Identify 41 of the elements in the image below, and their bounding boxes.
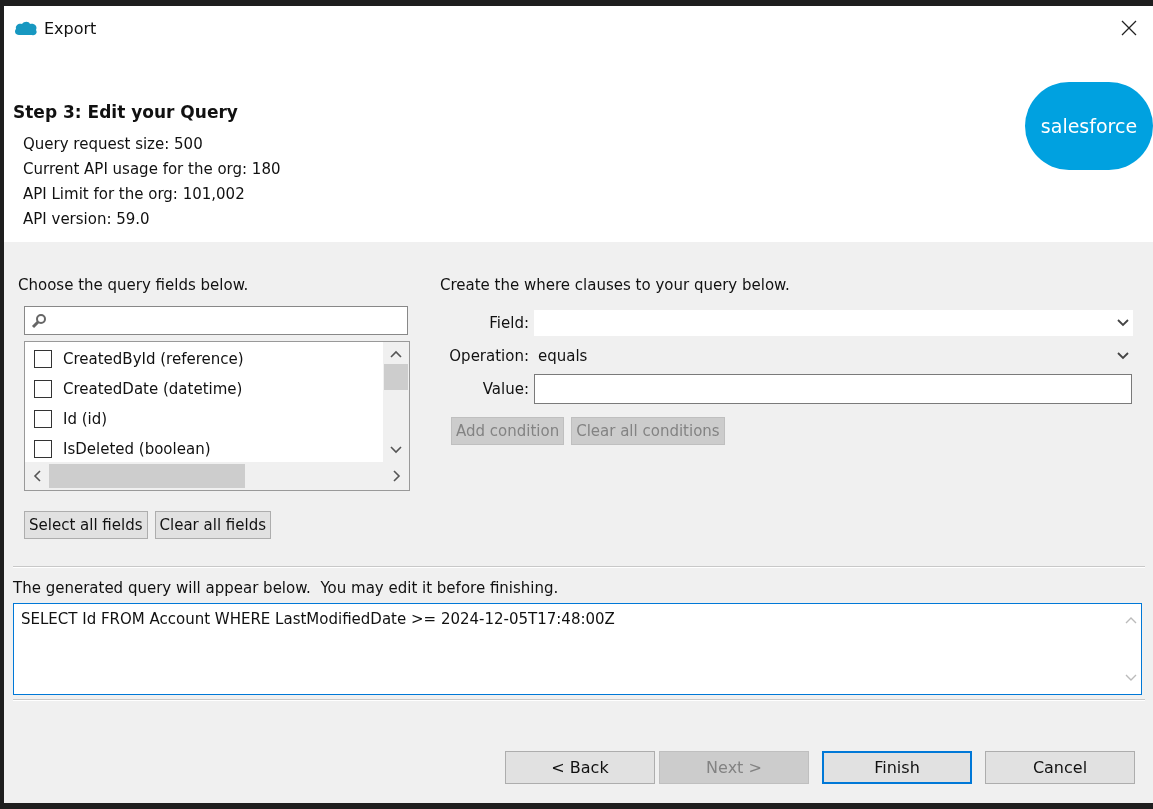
operation-label: Operation: (448, 346, 530, 365)
field-label[interactable]: CreatedDate (datetime) (63, 380, 243, 398)
checkbox[interactable] (34, 440, 52, 458)
scrollbar-thumb[interactable] (49, 464, 245, 488)
step-title: Step 3: Edit your Query (13, 102, 239, 122)
info-text: Current API usage for the org: 180 (22, 159, 282, 180)
chevron-down-icon (1117, 351, 1129, 360)
instruction-text: Choose the query fields below. (18, 276, 250, 294)
info-text: Query request size: 500 (22, 134, 204, 155)
query-instruction-text: The generated query will appear below. You may edit it before finishing. (13, 579, 560, 597)
checkbox[interactable] (34, 410, 52, 428)
field-action-button[interactable]: Clear all fields (154, 511, 271, 539)
chevron-down-icon (1117, 318, 1129, 327)
value-label: Value: (481, 379, 530, 398)
checkbox[interactable] (34, 380, 52, 398)
scroll-left-icon[interactable] (33, 470, 41, 482)
wizard-button[interactable]: Cancel (985, 751, 1135, 784)
search-field[interactable] (24, 306, 408, 335)
cloud-logo-icon (14, 20, 38, 36)
field-label[interactable]: IsDeleted (boolean) (63, 440, 211, 458)
operation-dropdown[interactable]: equals (534, 342, 1133, 369)
scrollbar-thumb[interactable] (384, 364, 408, 390)
wizard-button[interactable]: Finish (822, 751, 972, 784)
close-icon[interactable] (1121, 20, 1137, 36)
value-input[interactable] (534, 373, 1132, 404)
info-text: API version: 59.0 (22, 209, 151, 230)
field-action-button[interactable]: Select all fields (24, 511, 148, 539)
search-icon (31, 312, 47, 329)
instruction-text: Create the where clauses to your query below. (440, 276, 791, 294)
field-label[interactable]: Id (id) (63, 410, 108, 428)
field-label[interactable]: CreatedById (reference) (63, 350, 244, 368)
window-title: Export (44, 18, 97, 38)
scroll-down-icon[interactable] (390, 446, 402, 454)
salesforce-logo: salesforce (1025, 82, 1153, 170)
checkbox[interactable] (34, 350, 52, 368)
field-label: Field: (488, 313, 530, 332)
info-text: API Limit for the org: 101,002 (22, 184, 246, 205)
scroll-right-icon[interactable] (393, 470, 401, 482)
scroll-up-icon[interactable] (390, 350, 402, 358)
wizard-button[interactable]: < Back (505, 751, 655, 784)
field-dropdown[interactable] (534, 309, 1133, 336)
